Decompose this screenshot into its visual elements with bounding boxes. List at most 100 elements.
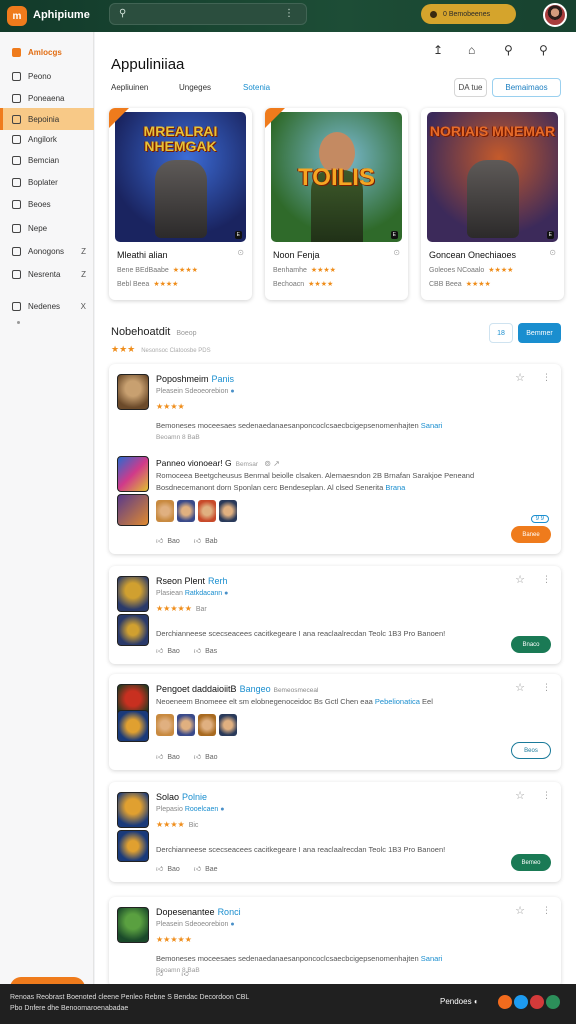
app-title[interactable]: Dopesenantee Ronci	[156, 907, 241, 917]
search-input[interactable]	[134, 7, 284, 21]
share-icon[interactable]: 👍︎	[194, 754, 201, 761]
more-options-icon[interactable]: ⋮	[542, 574, 551, 585]
sidebar-item-5[interactable]: Angilork	[0, 128, 94, 150]
description-link[interactable]: Pebelionatica	[375, 697, 420, 706]
footer-right-link[interactable]: Pendoes ◐	[440, 997, 479, 1006]
sub-description-link[interactable]: Brana	[385, 483, 405, 492]
sidebar-item-11[interactable]: Nesrenta Z	[0, 263, 94, 285]
app-screenshot-thumb[interactable]	[117, 710, 149, 742]
favorite-star-icon[interactable]: ☆	[515, 573, 525, 586]
notification-icon[interactable]: ⚲	[539, 43, 548, 57]
favorite-star-icon[interactable]: ☆	[515, 904, 525, 917]
social-icon[interactable]	[514, 995, 528, 1009]
share-icon[interactable]: 👍︎	[194, 538, 201, 545]
screenshot[interactable]	[177, 714, 195, 736]
featured-art[interactable]: TOILIS E	[271, 112, 402, 242]
sidebar-item-1[interactable]: Amlocgs	[0, 41, 94, 63]
sidebar-item-3[interactable]: Poneaena	[0, 87, 94, 109]
home-icon[interactable]: ⌂	[468, 43, 475, 57]
sub-screenshot-thumb[interactable]	[117, 494, 149, 526]
sub-app-thumbnail[interactable]	[117, 456, 149, 492]
filter-control[interactable]: Bemaimaos	[492, 78, 561, 97]
app-action-button[interactable]: Bemeo	[511, 854, 551, 871]
description-link[interactable]: Sanari	[421, 954, 443, 963]
download-icon[interactable]: ⊙	[237, 248, 244, 257]
sidebar-item-8[interactable]: Beoes	[0, 193, 94, 215]
download-icon[interactable]: ⊙	[393, 248, 400, 257]
app-card[interactable]: Pengoet daddaioiitB Bangeo Bemeosmeceal ☆ ⋮ N…	[109, 674, 561, 770]
sort-control[interactable]: DA tue	[454, 78, 487, 97]
app-thumbnail[interactable]	[117, 792, 149, 828]
section-action-button[interactable]: Bemmer	[518, 323, 561, 343]
upload-icon[interactable]: ↥	[433, 43, 443, 57]
sidebar-item-2[interactable]: Peono	[0, 65, 94, 87]
sidebar-item-12[interactable]: Nedenes X	[0, 295, 94, 317]
mic-icon[interactable]: ⋮	[284, 8, 294, 19]
screenshot[interactable]	[198, 714, 216, 736]
like-icon[interactable]: 👍︎	[156, 538, 163, 545]
app-title-tag[interactable]: Polnie	[182, 792, 207, 802]
search-icon[interactable]: ⚲	[504, 43, 513, 57]
app-logo[interactable]: m	[7, 6, 27, 26]
sub-app-title[interactable]: Panneo vionoear! G Bemsar ⊚ ↗	[156, 458, 280, 468]
app-title-tag[interactable]: Panis	[212, 374, 235, 384]
app-card[interactable]: Poposhmeim Panis ☆ ⋮ Pleasein Sdeoeorebion ●…	[109, 364, 561, 554]
app-action-button[interactable]: Beos	[511, 742, 551, 759]
screenshot[interactable]	[219, 500, 237, 522]
app-thumbnail[interactable]	[117, 576, 149, 612]
like-icon[interactable]: 👍︎	[156, 648, 163, 655]
app-thumbnail[interactable]	[117, 374, 149, 410]
app-card[interactable]: Rseon Plent Rerh ☆ ⋮ Plasiean Ratkdacann ● ★★…	[109, 566, 561, 664]
screenshot[interactable]	[156, 500, 174, 522]
sidebar-item-9[interactable]: Nepe	[0, 217, 94, 239]
social-icon[interactable]	[498, 995, 512, 1009]
screenshot[interactable]	[198, 500, 216, 522]
sidebar-item-10[interactable]: Aonogons Z	[0, 240, 94, 262]
favorite-star-icon[interactable]: ☆	[515, 789, 525, 802]
like-icon[interactable]: 👍︎	[156, 971, 163, 978]
share-icon[interactable]: 👍︎	[194, 648, 201, 655]
app-action-button[interactable]: Banee	[511, 526, 551, 543]
favorite-star-icon[interactable]: ☆	[515, 681, 525, 694]
download-icon[interactable]: ⊙	[549, 248, 556, 257]
avatar[interactable]	[543, 3, 567, 27]
app-title[interactable]: Solao Polnie	[156, 792, 207, 802]
featured-art[interactable]: NORIAIS MNEMAR E	[427, 112, 558, 242]
sidebar-item-7[interactable]: Boplater	[0, 171, 94, 193]
app-screenshot-thumb[interactable]	[117, 614, 149, 646]
sidebar-item-close-icon[interactable]: Z	[81, 270, 86, 279]
featured-card[interactable]: MREALRAI NHEMGAK E Mleathi alian ⊙ Bene BEdB…	[109, 108, 252, 300]
sidebar-item-close-icon[interactable]: X	[81, 302, 86, 311]
tab-3[interactable]: Sotenia	[243, 83, 270, 92]
app-title-tag[interactable]: Ronci	[218, 907, 241, 917]
app-card[interactable]: Dopesenantee Ronci ☆ ⋮ Pleasein Sdeoeorebion…	[109, 897, 561, 987]
featured-card[interactable]: NORIAIS MNEMAR E Goncean Onechiaoes ⊙ Goleoe…	[421, 108, 564, 300]
app-title-tag[interactable]: Rerh	[208, 576, 228, 586]
share-icon[interactable]: 👍︎	[194, 866, 201, 873]
share-icon[interactable]: ⊚ ↗	[262, 459, 280, 468]
share-icon[interactable]: 👍︎	[181, 971, 188, 978]
featured-art[interactable]: MREALRAI NHEMGAK E	[115, 112, 246, 242]
app-title[interactable]: Pengoet daddaioiitB Bangeo Bemeosmeceal	[156, 684, 318, 694]
search-box[interactable]: ⚲ ⋮	[109, 3, 307, 25]
more-options-icon[interactable]: ⋮	[542, 372, 551, 383]
social-icon[interactable]	[530, 995, 544, 1009]
screenshot[interactable]	[219, 714, 237, 736]
app-title[interactable]: Poposhmeim Panis	[156, 374, 234, 384]
developer-link[interactable]: Rooelcaen	[185, 806, 218, 813]
screenshot[interactable]	[177, 500, 195, 522]
developer-link[interactable]: Ratkdacann	[185, 590, 222, 597]
app-title-tag[interactable]: Bangeo	[240, 684, 271, 694]
like-icon[interactable]: 👍︎	[156, 866, 163, 873]
app-screenshot-thumb[interactable]	[117, 830, 149, 862]
more-options-icon[interactable]: ⋮	[542, 790, 551, 801]
app-title[interactable]: Rseon Plent Rerh	[156, 576, 228, 586]
app-card[interactable]: Solao Polnie ☆ ⋮ Plepasio Rooelcaen ● ★★★★ Bic…	[109, 782, 561, 882]
social-icon[interactable]	[546, 995, 560, 1009]
app-action-button[interactable]: Bnaco	[511, 636, 551, 653]
section-count-button[interactable]: 18	[489, 323, 513, 343]
app-thumbnail[interactable]	[117, 907, 149, 943]
top-pill-button[interactable]: 0 Bemobeenes	[421, 4, 516, 24]
sidebar-item-4[interactable]: Bepoinia	[0, 108, 94, 130]
screenshot[interactable]	[156, 714, 174, 736]
